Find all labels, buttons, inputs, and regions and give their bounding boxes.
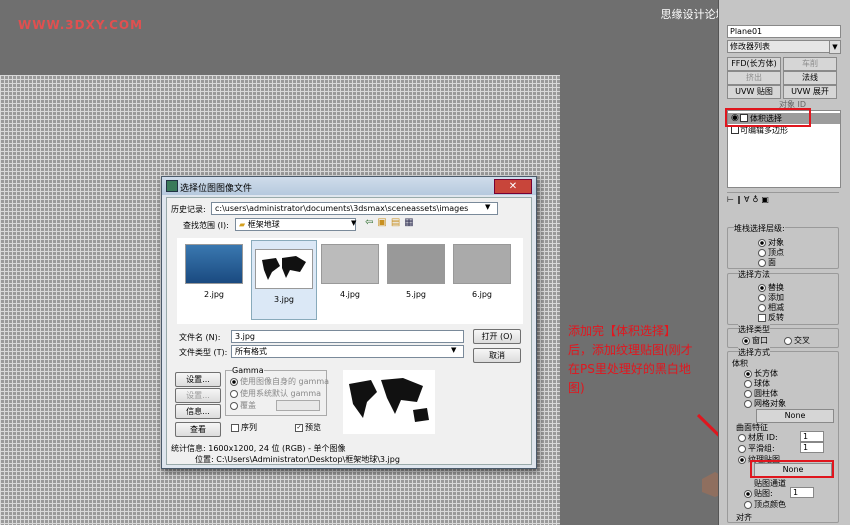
chevron-down-icon[interactable]: ▼ — [829, 40, 841, 54]
history-dropdown[interactable]: c:\users\administrator\documents\3dsmax\… — [211, 202, 498, 215]
gamma-override-field[interactable] — [276, 400, 320, 411]
normal-button[interactable]: 法线 — [783, 71, 837, 85]
mesh-none-button[interactable]: None — [756, 409, 834, 423]
chevron-down-icon[interactable]: ▼ — [451, 346, 456, 354]
preview-checkbox[interactable]: ✓ 预览 — [295, 422, 321, 433]
filename-field[interactable]: 3.jpg — [231, 330, 464, 343]
ffd-button[interactable]: FFD(长方体) — [727, 57, 781, 71]
configure-icon[interactable]: ▣ — [761, 195, 772, 204]
extrude-button[interactable]: 挤出 — [727, 71, 781, 85]
tutorial-note: 添加完【体积选择】后，添加纹理贴图(刚才在PS里处理好的黑白地图) — [568, 324, 693, 395]
close-icon[interactable]: ✕ — [494, 179, 532, 194]
thumb-5[interactable]: 5.jpg — [385, 244, 447, 299]
surf-material-id[interactable]: 材质 ID: — [738, 432, 778, 443]
remove-icon[interactable]: ♁ — [752, 195, 761, 204]
smoothing-field[interactable]: 1 — [800, 442, 824, 453]
select-type-group: 选择类型 窗口 交叉 — [727, 324, 839, 348]
setup2-button[interactable]: 设置... — [175, 388, 221, 403]
filetype-label: 文件类型 (T): — [179, 348, 228, 357]
show-end-icon[interactable]: ‖ — [737, 195, 744, 204]
method-invert[interactable]: 反转 — [758, 312, 784, 323]
select-bitmap-dialog: 选择位图图像文件 ✕ 历史记录: c:\users\administrator\… — [161, 176, 537, 469]
type-crossing[interactable]: 交叉 — [784, 335, 810, 346]
thumb-4[interactable]: 4.jpg — [319, 244, 381, 299]
filename-label: 文件名 (N): — [179, 333, 221, 342]
back-icon: ⇦ — [365, 217, 378, 228]
map-channel-field[interactable]: 1 — [790, 487, 814, 498]
up-folder-icon: ▣ — [377, 217, 391, 228]
nav-toolbar[interactable]: ⇦▣▤▦ — [365, 217, 418, 228]
thumb-6[interactable]: 6.jpg — [451, 244, 513, 299]
highlight-box — [750, 460, 834, 478]
command-panel: Plane01 修改器列表 ▼ FFD(长方体) 车削 挤出 法线 UVW 贴图… — [718, 0, 850, 525]
view-menu-icon: ▦ — [404, 217, 418, 228]
thumb-2[interactable]: 2.jpg — [183, 244, 245, 299]
expand-icon[interactable] — [731, 126, 739, 134]
open-button[interactable]: 打开 (O) — [473, 329, 521, 344]
uvw-unwrap-button[interactable]: UVW 展开 — [783, 85, 837, 99]
gamma-default[interactable]: 使用系统默认 gamma — [230, 388, 321, 399]
uvw-map-button[interactable]: UVW 贴图 — [727, 85, 781, 99]
screenshot-thumbnail — [321, 244, 379, 284]
screenshot-thumbnail — [387, 244, 445, 284]
lathe-button[interactable]: 车削 — [783, 57, 837, 71]
gamma-own[interactable]: 使用图像自身的 gamma — [230, 376, 329, 387]
stack-toolbar[interactable]: ⊢‖∀♁▣ — [727, 192, 839, 207]
dialog-title: 选择位图图像文件 — [180, 184, 253, 194]
location-text: 位置: C:\Users\Administrator\Desktop\框架地球\… — [195, 455, 400, 464]
app-icon — [166, 180, 178, 192]
info-button[interactable]: 信息... — [175, 404, 221, 419]
modifier-list-dropdown[interactable]: 修改器列表 — [727, 40, 831, 53]
select-style-group: 选择方式 体积 长方体 球体 圆柱体 网格对象 None 曲面特征 材质 ID:… — [727, 347, 839, 523]
material-id-field[interactable]: 1 — [800, 431, 824, 442]
lookin-dropdown[interactable]: ▰ 框架地球 — [235, 218, 356, 231]
gamma-group: Gamma 使用图像自身的 gamma 使用系统默认 gamma 覆盖 — [225, 366, 329, 416]
thumb-3-selected[interactable]: 3.jpg — [251, 240, 317, 320]
chevron-down-icon[interactable]: ▼ — [351, 219, 356, 227]
screenshot-thumbnail — [453, 244, 511, 284]
new-folder-icon: ▤ — [390, 217, 405, 228]
map-thumbnail — [255, 249, 313, 289]
stack-level-group: 堆栈选择层级: 对象 顶点 面 — [727, 223, 839, 269]
lookin-label: 查找范围 (I): — [183, 221, 229, 230]
select-method-group: 选择方法 替换 添加 相减 反转 — [727, 269, 839, 325]
chevron-down-icon[interactable]: ▼ — [485, 203, 490, 211]
sequence-checkbox[interactable]: 序列 — [231, 422, 257, 433]
stats-text: 统计信息: 1600x1200, 24 位 (RGB) - 单个图像 — [171, 444, 346, 453]
setup-button[interactable]: 设置... — [175, 372, 221, 387]
preview-image — [343, 370, 435, 434]
filetype-dropdown[interactable]: 所有格式 — [231, 345, 464, 358]
gamma-override[interactable]: 覆盖 — [230, 400, 256, 411]
history-label: 历史记录: — [171, 205, 206, 214]
cancel-button[interactable]: 取消 — [473, 348, 521, 363]
surf-smoothing[interactable]: 平滑组: — [738, 443, 775, 454]
map-channel-radio[interactable]: 贴图: — [744, 488, 773, 499]
dialog-body: 历史记录: c:\users\administrator\documents\3… — [166, 197, 532, 465]
object-name-field[interactable]: Plane01 — [727, 25, 841, 38]
pin-icon[interactable]: ⊢ — [727, 195, 737, 204]
world-map-preview-icon — [349, 378, 429, 422]
vol-mesh[interactable]: 网格对象 — [744, 398, 786, 409]
view-button[interactable]: 查看 — [175, 422, 221, 437]
folder-icon: ▰ — [239, 220, 246, 229]
highlight-box — [725, 108, 811, 127]
dialog-titlebar[interactable]: 选择位图图像文件 ✕ — [162, 177, 536, 195]
watermark: WWW.3DXY.COM — [18, 18, 144, 32]
map-thumbnail — [185, 244, 243, 284]
level-face[interactable]: 面 — [758, 257, 776, 268]
file-thumbnails: 2.jpg 3.jpg 4.jpg 5.jpg 6.jpg — [177, 238, 523, 324]
vertex-color-radio[interactable]: 顶点颜色 — [744, 499, 786, 510]
type-window[interactable]: 窗口 — [742, 335, 768, 346]
